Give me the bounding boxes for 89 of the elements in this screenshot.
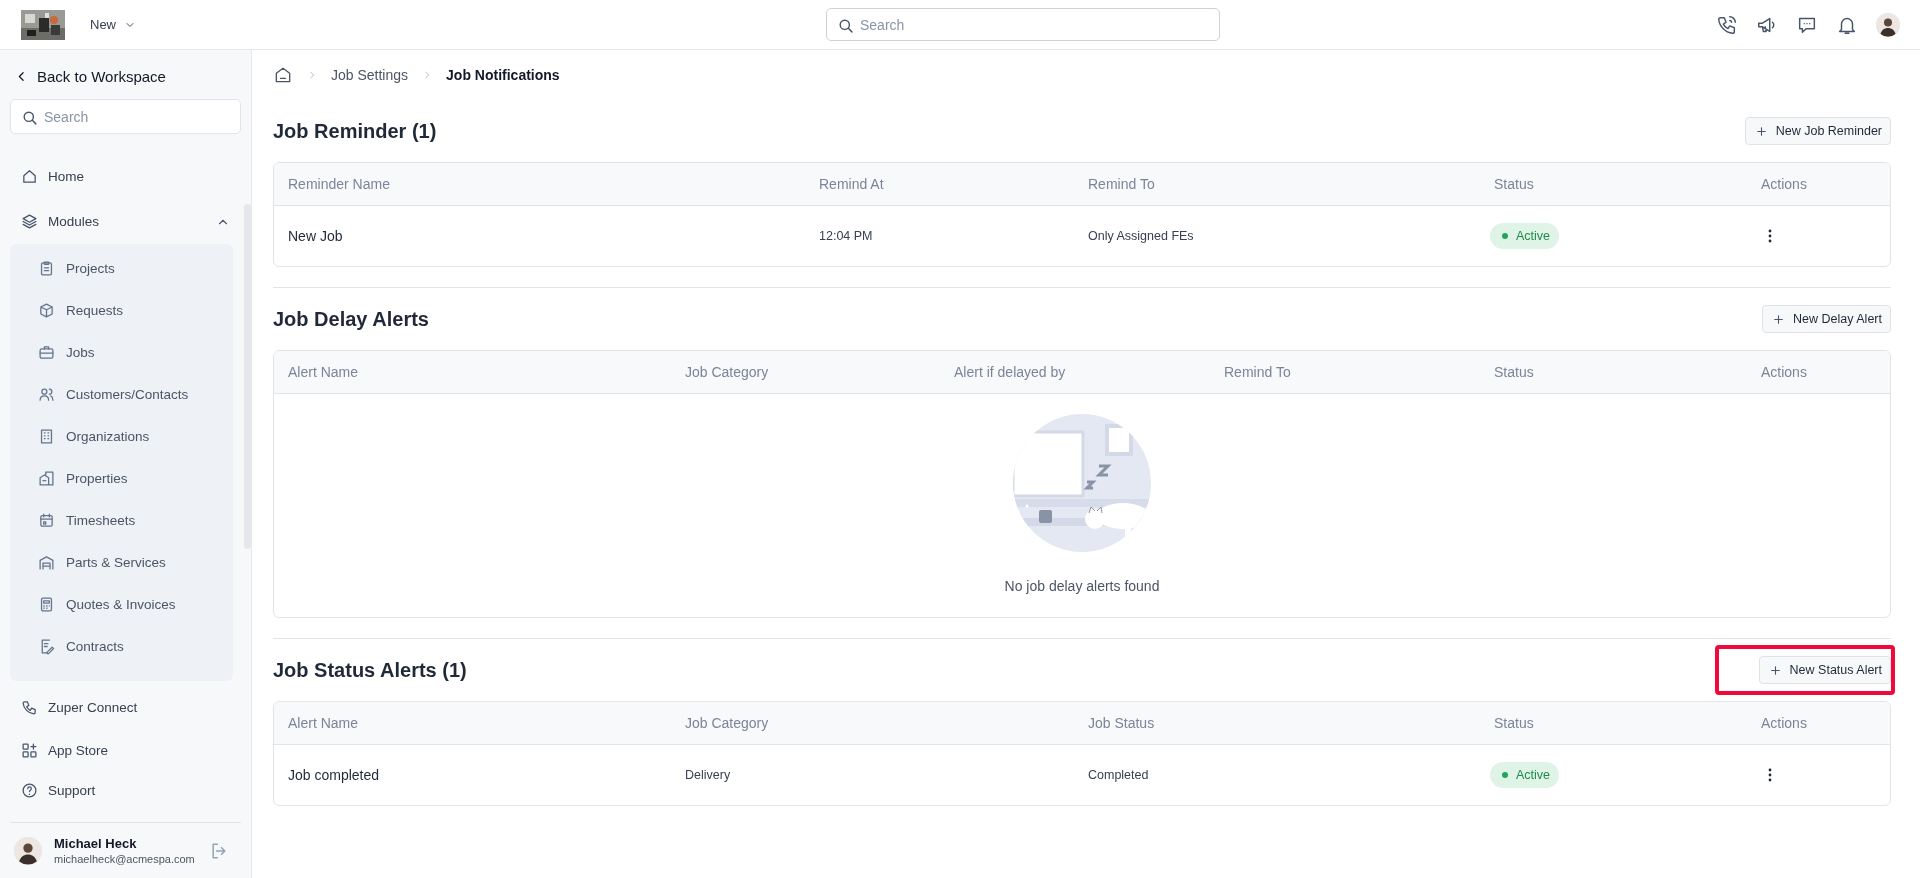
nav-label: App Store — [48, 742, 109, 758]
calendar-icon — [38, 511, 55, 529]
home-icon — [21, 168, 38, 185]
nav-item[interactable]: Modules — [10, 199, 241, 244]
nav-label: Properties — [66, 470, 128, 486]
column-header: Remind To — [1087, 176, 1156, 192]
nav-label: Home — [48, 169, 84, 184]
section-title: Job Status Alerts (1) — [273, 658, 467, 682]
calculator-icon — [38, 595, 55, 613]
nav-label: Modules — [48, 214, 100, 229]
nav-label: Zuper Connect — [48, 700, 138, 715]
column-header: Remind To — [1223, 364, 1292, 380]
section-title: Job Reminder (1) — [273, 119, 437, 143]
home-icon — [273, 65, 293, 85]
briefcase-icon — [38, 343, 55, 361]
table-cell-text: New Job — [287, 228, 344, 244]
status-badge: Active — [1490, 223, 1560, 249]
table-cell-text: Delivery — [684, 768, 732, 782]
table-cell-text: 12:04 PM — [818, 229, 874, 243]
column-header: Job Category — [684, 715, 770, 731]
column-header: Job Status — [1087, 715, 1156, 731]
nav-label: Projects — [66, 260, 115, 276]
new-button[interactable]: New Status Alert — [1758, 656, 1891, 684]
plus-icon — [1772, 312, 1786, 326]
phone-call-icon — [1716, 13, 1738, 36]
nav-item[interactable]: Quotes & Invoices — [10, 583, 233, 625]
column-header: Status — [1493, 176, 1535, 192]
nav-item[interactable]: Zuper Connect — [10, 685, 241, 730]
workspace-dropdown[interactable]: New — [90, 17, 136, 32]
apps-icon — [21, 741, 38, 759]
table-cell-text: Only Assigned FEs — [1087, 229, 1195, 243]
nav-item[interactable]: Projects — [10, 247, 233, 289]
empty-message: No job delay alerts found — [1004, 578, 1160, 594]
chevron-right-icon — [307, 70, 317, 80]
building-icon — [38, 427, 55, 445]
column-header: Status — [1493, 715, 1535, 731]
nav-item[interactable]: Parts & Services — [10, 541, 233, 583]
nav-item[interactable]: Timesheets — [10, 499, 233, 541]
buildings-icon — [38, 469, 55, 487]
nav-item[interactable]: Requests — [10, 289, 233, 331]
nav-item[interactable]: App Store — [10, 730, 241, 770]
nav-label: Support — [48, 782, 96, 798]
new-button[interactable]: New Delay Alert — [1762, 305, 1891, 333]
nav-item[interactable]: Contracts — [10, 625, 233, 667]
nav-item[interactable]: Properties — [10, 457, 233, 499]
column-header: Alert Name — [287, 715, 360, 731]
column-header: Status — [1493, 364, 1535, 380]
user-email: michaelheck@acmespa.com — [54, 853, 195, 865]
phone-icon — [21, 699, 38, 716]
nav-label: Timesheets — [66, 512, 136, 528]
column-header: Remind At — [818, 176, 885, 192]
new-button[interactable]: New Job Reminder — [1744, 117, 1891, 145]
section-title: Job Delay Alerts — [273, 307, 429, 331]
table-cell-text: Job completed — [287, 767, 381, 783]
help-icon — [21, 781, 38, 799]
status-badge: Active — [1490, 762, 1560, 788]
nav-label: Jobs — [66, 344, 95, 360]
column-header: Actions — [1760, 176, 1808, 192]
nav-label: Quotes & Invoices — [66, 596, 176, 612]
box-icon — [38, 301, 55, 319]
column-header: Actions — [1760, 715, 1808, 731]
clipboard-icon — [38, 259, 55, 277]
nav-item[interactable]: Home — [10, 154, 241, 199]
user-name: Michael Heck — [54, 836, 138, 851]
column-header: Actions — [1760, 364, 1808, 380]
column-header: Alert Name — [287, 364, 360, 380]
nav-item[interactable]: Jobs — [10, 331, 233, 373]
scrollbar[interactable] — [244, 204, 251, 549]
table-cell-text: Completed — [1087, 768, 1150, 782]
nav-label: Requests — [66, 302, 124, 318]
nav-item[interactable]: Customers/Contacts — [10, 373, 233, 415]
nav-label: Organizations — [66, 428, 150, 444]
nav-item[interactable]: Organizations — [10, 415, 233, 457]
nav-item[interactable]: Support — [10, 770, 241, 810]
breadcrumb-item: Job Notifications — [446, 67, 560, 83]
nav-label: Contracts — [66, 638, 124, 654]
column-header: Job Category — [684, 364, 770, 380]
warehouse-icon — [38, 553, 55, 571]
nav-label: Customers/Contacts — [66, 386, 189, 402]
search-field[interactable]: Search — [10, 99, 241, 134]
back-link[interactable]: Back to Workspace — [15, 68, 166, 85]
nav-label: Parts & Services — [66, 554, 166, 570]
plus-icon — [1754, 124, 1768, 138]
breadcrumb-item[interactable]: Job Settings — [331, 67, 409, 83]
search-field[interactable]: Search — [826, 8, 1220, 41]
layers-icon — [21, 213, 38, 230]
plus-icon — [1768, 663, 1782, 677]
column-header: Reminder Name — [287, 176, 391, 192]
column-header: Alert if delayed by — [953, 364, 1067, 380]
